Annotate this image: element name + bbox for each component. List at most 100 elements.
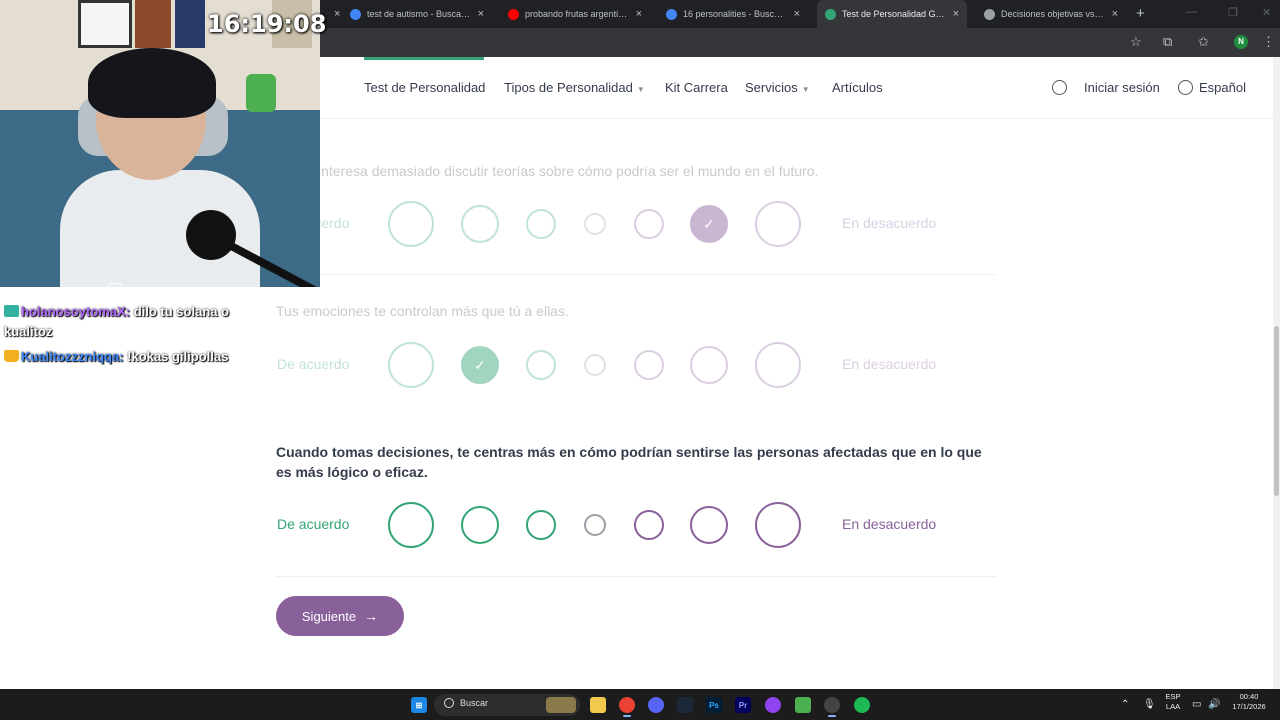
globe-icon[interactable] <box>1178 80 1193 95</box>
nav-item-kit-carrera[interactable]: Kit Carrera <box>665 80 728 95</box>
tab-close-icon[interactable]: × <box>953 8 959 20</box>
accessibility-icon[interactable] <box>1052 80 1067 95</box>
taskbar-time: 00:40 <box>1239 692 1259 701</box>
answer-option-2[interactable] <box>461 205 499 243</box>
taskbar-active-indicator <box>623 715 631 717</box>
tab-title: Test de Personalidad Gratis | 16Personal… <box>842 9 947 19</box>
answer-option-4[interactable] <box>584 354 606 376</box>
premiere-icon[interactable]: Pr <box>735 697 751 713</box>
disagree-label: En desacuerdo <box>842 356 937 372</box>
answer-option-3[interactable] <box>526 510 556 540</box>
answer-option-7[interactable] <box>755 201 801 247</box>
tab-title: test de autismo - Buscar con Google <box>367 9 472 19</box>
answer-option-1[interactable] <box>388 502 434 548</box>
disagree-label: En desacuerdo <box>842 215 937 231</box>
answer-option-3[interactable] <box>526 350 556 380</box>
tab-favicon-icon <box>350 8 361 20</box>
chat-badge-icon <box>107 283 122 294</box>
chat-line-partial: . <box>4 280 234 294</box>
tab-close-icon[interactable]: × <box>794 8 800 20</box>
photoshop-icon[interactable]: Ps <box>706 697 722 713</box>
file-explorer-icon[interactable] <box>590 697 606 713</box>
answer-option-1[interactable] <box>388 201 434 247</box>
tab-favicon-icon <box>984 8 995 20</box>
answer-option-6[interactable] <box>690 346 728 384</box>
tab-favicon-icon <box>666 8 677 20</box>
browser-tab[interactable]: Decisiones objetivas vs emocionales × <box>976 0 1126 28</box>
language-selector[interactable]: Español <box>1199 80 1246 95</box>
chat-message: Kualitozzzniqqa: !kokas gilipollas <box>4 347 234 367</box>
browser-tab[interactable]: 16 personalities - Buscar con Google × <box>658 0 808 28</box>
browser-tab[interactable]: test de autismo - Buscar con Google × <box>342 0 492 28</box>
nav-item-articulos[interactable]: Artículos <box>832 80 883 95</box>
checkmark-icon: ✓ <box>703 215 715 232</box>
language-indicator[interactable]: ESP LAA <box>1162 692 1184 712</box>
maximize-icon[interactable]: ❐ <box>1228 6 1238 19</box>
question-divider <box>276 576 996 577</box>
nav-item-tipos[interactable]: Tipos de Personalidad ▼ <box>504 80 645 95</box>
answer-option-4[interactable] <box>584 514 606 536</box>
minecraft-icon[interactable] <box>795 697 811 713</box>
answer-option-5[interactable] <box>634 209 664 239</box>
steam-icon[interactable] <box>677 697 693 713</box>
tab-close-icon[interactable]: × <box>1112 8 1118 20</box>
nav-active-indicator <box>364 57 484 60</box>
page-scrollbar-thumb[interactable] <box>1274 326 1279 496</box>
volume-icon[interactable]: 🔊 <box>1208 699 1220 710</box>
extensions-icon[interactable]: ⧉ <box>1163 34 1172 50</box>
tab-close-icon[interactable]: × <box>334 8 340 20</box>
profile-avatar[interactable]: N <box>1234 35 1248 49</box>
app-purple-icon[interactable] <box>765 697 781 713</box>
disagree-label: En desacuerdo <box>842 516 937 532</box>
nav-item-test[interactable]: Test de Personalidad <box>364 80 485 95</box>
next-button[interactable]: Siguiente → <box>276 596 404 636</box>
taskbar-search-label: Buscar <box>460 698 489 708</box>
screen: test de autismo - Buscar con Google×prob… <box>0 0 1280 720</box>
obs-icon[interactable] <box>824 697 840 713</box>
answer-option-5[interactable] <box>634 350 664 380</box>
taskbar-active-indicator <box>828 715 836 717</box>
question-divider <box>276 274 996 275</box>
window-close-icon[interactable]: ✕ <box>1262 6 1271 19</box>
microphone-tray-icon[interactable]: 🎙 <box>1143 699 1156 710</box>
tab-title: probando frutas argentinas !!! <box>525 9 630 19</box>
microphone-icon <box>186 210 236 260</box>
tab-title: Decisiones objetivas vs emocionales <box>1001 9 1106 19</box>
browser-tab[interactable]: Test de Personalidad Gratis | 16Personal… <box>817 0 967 28</box>
network-icon[interactable]: ▭ <box>1192 699 1201 710</box>
bookmark-star-icon[interactable]: ☆ <box>1130 34 1142 50</box>
question-text: Tus emociones te controlan más que tú a … <box>276 303 569 319</box>
answer-option-2[interactable] <box>461 506 499 544</box>
answer-option-1[interactable] <box>388 342 434 388</box>
crown-badge-icon <box>4 350 19 362</box>
spotify-icon[interactable] <box>854 697 870 713</box>
new-tab-button[interactable]: + <box>1136 5 1145 22</box>
taskbar-search[interactable]: Buscar <box>434 694 580 716</box>
answer-option-2[interactable]: ✓ <box>461 346 499 384</box>
answer-option-6[interactable]: ✓ <box>690 205 728 243</box>
answer-option-7[interactable] <box>755 342 801 388</box>
webcam-poster <box>175 0 205 48</box>
checkmark-icon: ✓ <box>474 356 486 373</box>
tab-favicon-icon <box>825 8 836 20</box>
tray-chevron-up-icon[interactable]: ⌃ <box>1121 699 1129 710</box>
answer-option-4[interactable] <box>584 213 606 235</box>
discord-icon[interactable] <box>648 697 664 713</box>
answer-option-6[interactable] <box>690 506 728 544</box>
tab-close-icon[interactable]: × <box>636 8 642 20</box>
windows-start-icon[interactable]: ⊞ <box>411 697 427 713</box>
reading-list-icon[interactable]: ✩ <box>1198 34 1209 50</box>
chrome-icon[interactable] <box>619 697 635 713</box>
webcam-poster <box>135 0 171 48</box>
minimize-icon[interactable]: — <box>1186 6 1197 18</box>
answer-option-7[interactable] <box>755 502 801 548</box>
stream-clock: 16:19:08 <box>207 10 327 38</box>
browser-tab[interactable]: probando frutas argentinas !!! × <box>500 0 650 28</box>
answer-option-5[interactable] <box>634 510 664 540</box>
taskbar-clock[interactable]: 00:40 17/1/2026 <box>1226 692 1272 712</box>
login-link[interactable]: Iniciar sesión <box>1084 80 1160 95</box>
nav-item-servicios[interactable]: Servicios ▼ <box>745 80 810 95</box>
answer-option-3[interactable] <box>526 209 556 239</box>
browser-menu-icon[interactable]: ⋮ <box>1262 34 1275 50</box>
tab-close-icon[interactable]: × <box>478 8 484 20</box>
